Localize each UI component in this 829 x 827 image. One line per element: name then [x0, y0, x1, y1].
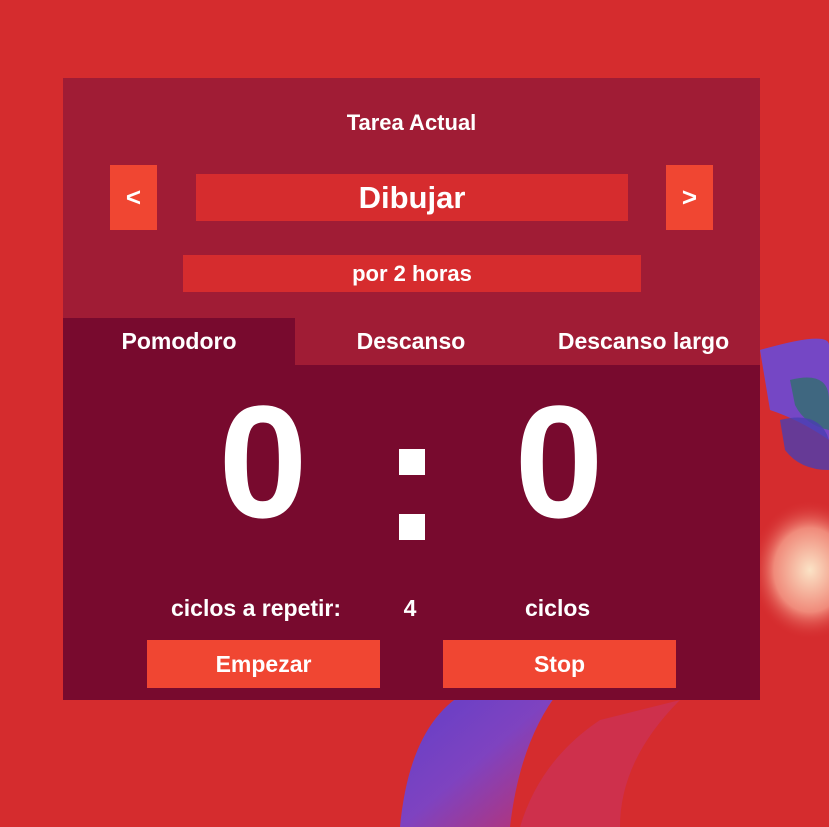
- tab-descanso[interactable]: Descanso: [295, 318, 527, 365]
- cycles-label: ciclos a repetir:: [171, 595, 342, 621]
- pomodoro-panel: Tarea Actual < Dibujar > por 2 horas Pom…: [63, 78, 760, 700]
- timer-colon-dot: [399, 514, 425, 540]
- timer-colon-dot: [399, 449, 425, 475]
- timer-area: 0 0 ciclos a repetir: 4 ciclos Empezar S…: [63, 365, 760, 700]
- task-name: Dibujar: [196, 174, 628, 221]
- tab-pomodoro[interactable]: Pomodoro: [63, 318, 295, 365]
- previous-task-button[interactable]: <: [110, 165, 157, 230]
- cycles-value[interactable]: 4: [401, 595, 419, 622]
- mode-tabs: Pomodoro Descanso Descanso largo: [63, 318, 760, 365]
- next-task-button[interactable]: >: [666, 165, 713, 230]
- tab-descanso-largo[interactable]: Descanso largo: [527, 318, 760, 365]
- cycles-unit: ciclos: [525, 595, 591, 621]
- start-button[interactable]: Empezar: [147, 640, 380, 688]
- timer-minutes: 0: [218, 372, 308, 551]
- current-task-heading: Tarea Actual: [346, 110, 477, 135]
- task-duration: por 2 horas: [183, 255, 641, 292]
- stop-button[interactable]: Stop: [443, 640, 676, 688]
- timer-seconds: 0: [514, 372, 604, 551]
